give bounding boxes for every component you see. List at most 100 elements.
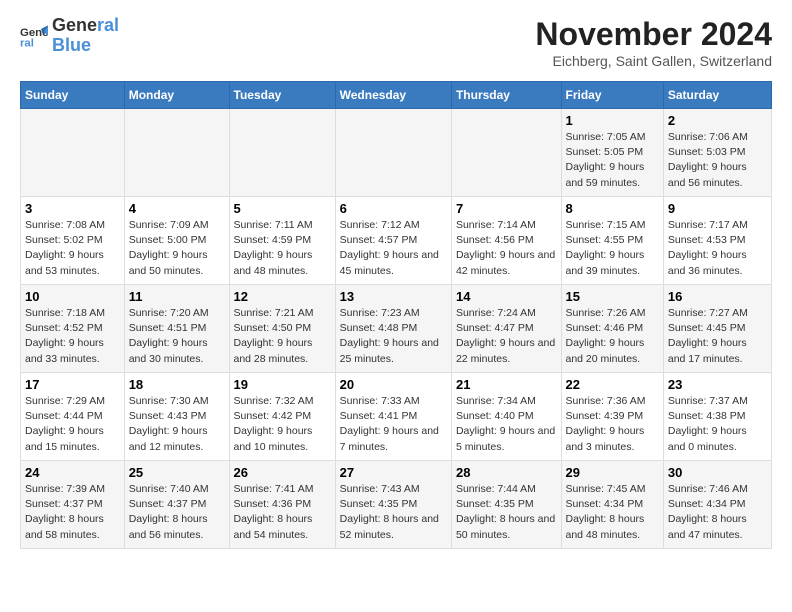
calendar-table: SundayMondayTuesdayWednesdayThursdayFrid… bbox=[20, 81, 772, 549]
calendar-cell: 25 Sunrise: 7:40 AM Sunset: 4:37 PM Dayli… bbox=[124, 461, 229, 549]
main-title: November 2024 bbox=[535, 16, 772, 53]
day-number: 3 bbox=[25, 201, 120, 216]
day-info: Sunrise: 7:41 AM Sunset: 4:36 PM Dayligh… bbox=[234, 482, 331, 543]
day-info: Sunrise: 7:44 AM Sunset: 4:35 PM Dayligh… bbox=[456, 482, 557, 543]
calendar-cell: 2 Sunrise: 7:06 AM Sunset: 5:03 PM Daylig… bbox=[663, 109, 771, 197]
day-number: 23 bbox=[668, 377, 767, 392]
day-number: 12 bbox=[234, 289, 331, 304]
day-number: 19 bbox=[234, 377, 331, 392]
day-info: Sunrise: 7:15 AM Sunset: 4:55 PM Dayligh… bbox=[566, 218, 659, 279]
day-info: Sunrise: 7:33 AM Sunset: 4:41 PM Dayligh… bbox=[340, 394, 447, 455]
calendar-week-row: 24 Sunrise: 7:39 AM Sunset: 4:37 PM Dayli… bbox=[21, 461, 772, 549]
calendar-cell: 15 Sunrise: 7:26 AM Sunset: 4:46 PM Dayli… bbox=[561, 285, 663, 373]
calendar-cell: 16 Sunrise: 7:27 AM Sunset: 4:45 PM Dayli… bbox=[663, 285, 771, 373]
calendar-cell: 6 Sunrise: 7:12 AM Sunset: 4:57 PM Daylig… bbox=[335, 197, 451, 285]
logo: Gene ral GeneralBlue bbox=[20, 16, 119, 56]
subtitle: Eichberg, Saint Gallen, Switzerland bbox=[535, 53, 772, 69]
day-number: 5 bbox=[234, 201, 331, 216]
calendar-cell: 17 Sunrise: 7:29 AM Sunset: 4:44 PM Dayli… bbox=[21, 373, 125, 461]
calendar-week-row: 10 Sunrise: 7:18 AM Sunset: 4:52 PM Dayli… bbox=[21, 285, 772, 373]
calendar-cell: 1 Sunrise: 7:05 AM Sunset: 5:05 PM Daylig… bbox=[561, 109, 663, 197]
day-info: Sunrise: 7:32 AM Sunset: 4:42 PM Dayligh… bbox=[234, 394, 331, 455]
day-number: 21 bbox=[456, 377, 557, 392]
day-number: 11 bbox=[129, 289, 225, 304]
day-number: 6 bbox=[340, 201, 447, 216]
day-number: 18 bbox=[129, 377, 225, 392]
calendar-cell: 22 Sunrise: 7:36 AM Sunset: 4:39 PM Dayli… bbox=[561, 373, 663, 461]
weekday-header-monday: Monday bbox=[124, 82, 229, 109]
weekday-header-row: SundayMondayTuesdayWednesdayThursdayFrid… bbox=[21, 82, 772, 109]
day-info: Sunrise: 7:23 AM Sunset: 4:48 PM Dayligh… bbox=[340, 306, 447, 367]
day-info: Sunrise: 7:34 AM Sunset: 4:40 PM Dayligh… bbox=[456, 394, 557, 455]
day-number: 4 bbox=[129, 201, 225, 216]
calendar-week-row: 1 Sunrise: 7:05 AM Sunset: 5:05 PM Daylig… bbox=[21, 109, 772, 197]
day-info: Sunrise: 7:45 AM Sunset: 4:34 PM Dayligh… bbox=[566, 482, 659, 543]
day-number: 20 bbox=[340, 377, 447, 392]
header: Gene ral GeneralBlue November 2024 Eichb… bbox=[20, 16, 772, 69]
day-info: Sunrise: 7:29 AM Sunset: 4:44 PM Dayligh… bbox=[25, 394, 120, 455]
calendar-cell: 29Sunrise: 7:45 AM Sunset: 4:34 PM Dayli… bbox=[561, 461, 663, 549]
calendar-cell: 18 Sunrise: 7:30 AM Sunset: 4:43 PM Dayli… bbox=[124, 373, 229, 461]
calendar-cell: 20 Sunrise: 7:33 AM Sunset: 4:41 PM Dayli… bbox=[335, 373, 451, 461]
day-info: Sunrise: 7:11 AM Sunset: 4:59 PM Dayligh… bbox=[234, 218, 331, 279]
day-number: 1 bbox=[566, 113, 659, 128]
calendar-cell bbox=[229, 109, 335, 197]
day-info: Sunrise: 7:12 AM Sunset: 4:57 PM Dayligh… bbox=[340, 218, 447, 279]
day-info: Sunrise: 7:27 AM Sunset: 4:45 PM Dayligh… bbox=[668, 306, 767, 367]
weekday-header-saturday: Saturday bbox=[663, 82, 771, 109]
day-number: 7 bbox=[456, 201, 557, 216]
day-info: Sunrise: 7:05 AM Sunset: 5:05 PM Dayligh… bbox=[566, 130, 659, 191]
weekday-header-thursday: Thursday bbox=[451, 82, 561, 109]
day-number: 2 bbox=[668, 113, 767, 128]
day-number: 22 bbox=[566, 377, 659, 392]
day-number: 17 bbox=[25, 377, 120, 392]
weekday-header-friday: Friday bbox=[561, 82, 663, 109]
day-number: 24 bbox=[25, 465, 120, 480]
day-info: Sunrise: 7:06 AM Sunset: 5:03 PM Dayligh… bbox=[668, 130, 767, 191]
day-info: Sunrise: 7:21 AM Sunset: 4:50 PM Dayligh… bbox=[234, 306, 331, 367]
day-number: 30 bbox=[668, 465, 767, 480]
day-number: 13 bbox=[340, 289, 447, 304]
day-number: 8 bbox=[566, 201, 659, 216]
day-number: 10 bbox=[25, 289, 120, 304]
calendar-cell: 13 Sunrise: 7:23 AM Sunset: 4:48 PM Dayli… bbox=[335, 285, 451, 373]
calendar-cell bbox=[335, 109, 451, 197]
weekday-header-tuesday: Tuesday bbox=[229, 82, 335, 109]
calendar-cell: 4Sunrise: 7:09 AM Sunset: 5:00 PM Daylig… bbox=[124, 197, 229, 285]
calendar-week-row: 3 Sunrise: 7:08 AM Sunset: 5:02 PM Daylig… bbox=[21, 197, 772, 285]
day-info: Sunrise: 7:39 AM Sunset: 4:37 PM Dayligh… bbox=[25, 482, 120, 543]
calendar-cell: 30Sunrise: 7:46 AM Sunset: 4:34 PM Dayli… bbox=[663, 461, 771, 549]
day-info: Sunrise: 7:18 AM Sunset: 4:52 PM Dayligh… bbox=[25, 306, 120, 367]
day-number: 28 bbox=[456, 465, 557, 480]
calendar-cell: 11Sunrise: 7:20 AM Sunset: 4:51 PM Dayli… bbox=[124, 285, 229, 373]
weekday-header-sunday: Sunday bbox=[21, 82, 125, 109]
calendar-cell: 23 Sunrise: 7:37 AM Sunset: 4:38 PM Dayli… bbox=[663, 373, 771, 461]
day-number: 25 bbox=[129, 465, 225, 480]
day-info: Sunrise: 7:08 AM Sunset: 5:02 PM Dayligh… bbox=[25, 218, 120, 279]
day-number: 14 bbox=[456, 289, 557, 304]
title-block: November 2024 Eichberg, Saint Gallen, Sw… bbox=[535, 16, 772, 69]
calendar-cell bbox=[21, 109, 125, 197]
day-info: Sunrise: 7:30 AM Sunset: 4:43 PM Dayligh… bbox=[129, 394, 225, 455]
calendar-cell: 7Sunrise: 7:14 AM Sunset: 4:56 PM Daylig… bbox=[451, 197, 561, 285]
day-number: 27 bbox=[340, 465, 447, 480]
calendar-cell bbox=[451, 109, 561, 197]
calendar-cell bbox=[124, 109, 229, 197]
day-number: 26 bbox=[234, 465, 331, 480]
calendar-cell: 26 Sunrise: 7:41 AM Sunset: 4:36 PM Dayli… bbox=[229, 461, 335, 549]
day-info: Sunrise: 7:24 AM Sunset: 4:47 PM Dayligh… bbox=[456, 306, 557, 367]
calendar-cell: 24 Sunrise: 7:39 AM Sunset: 4:37 PM Dayli… bbox=[21, 461, 125, 549]
calendar-cell: 5 Sunrise: 7:11 AM Sunset: 4:59 PM Daylig… bbox=[229, 197, 335, 285]
day-info: Sunrise: 7:37 AM Sunset: 4:38 PM Dayligh… bbox=[668, 394, 767, 455]
calendar-cell: 8 Sunrise: 7:15 AM Sunset: 4:55 PM Daylig… bbox=[561, 197, 663, 285]
day-number: 16 bbox=[668, 289, 767, 304]
day-info: Sunrise: 7:40 AM Sunset: 4:37 PM Dayligh… bbox=[129, 482, 225, 543]
day-number: 15 bbox=[566, 289, 659, 304]
day-info: Sunrise: 7:26 AM Sunset: 4:46 PM Dayligh… bbox=[566, 306, 659, 367]
day-info: Sunrise: 7:36 AM Sunset: 4:39 PM Dayligh… bbox=[566, 394, 659, 455]
calendar-cell: 10 Sunrise: 7:18 AM Sunset: 4:52 PM Dayli… bbox=[21, 285, 125, 373]
day-info: Sunrise: 7:43 AM Sunset: 4:35 PM Dayligh… bbox=[340, 482, 447, 543]
calendar-cell: 21 Sunrise: 7:34 AM Sunset: 4:40 PM Dayli… bbox=[451, 373, 561, 461]
calendar-week-row: 17 Sunrise: 7:29 AM Sunset: 4:44 PM Dayli… bbox=[21, 373, 772, 461]
calendar-cell: 3 Sunrise: 7:08 AM Sunset: 5:02 PM Daylig… bbox=[21, 197, 125, 285]
